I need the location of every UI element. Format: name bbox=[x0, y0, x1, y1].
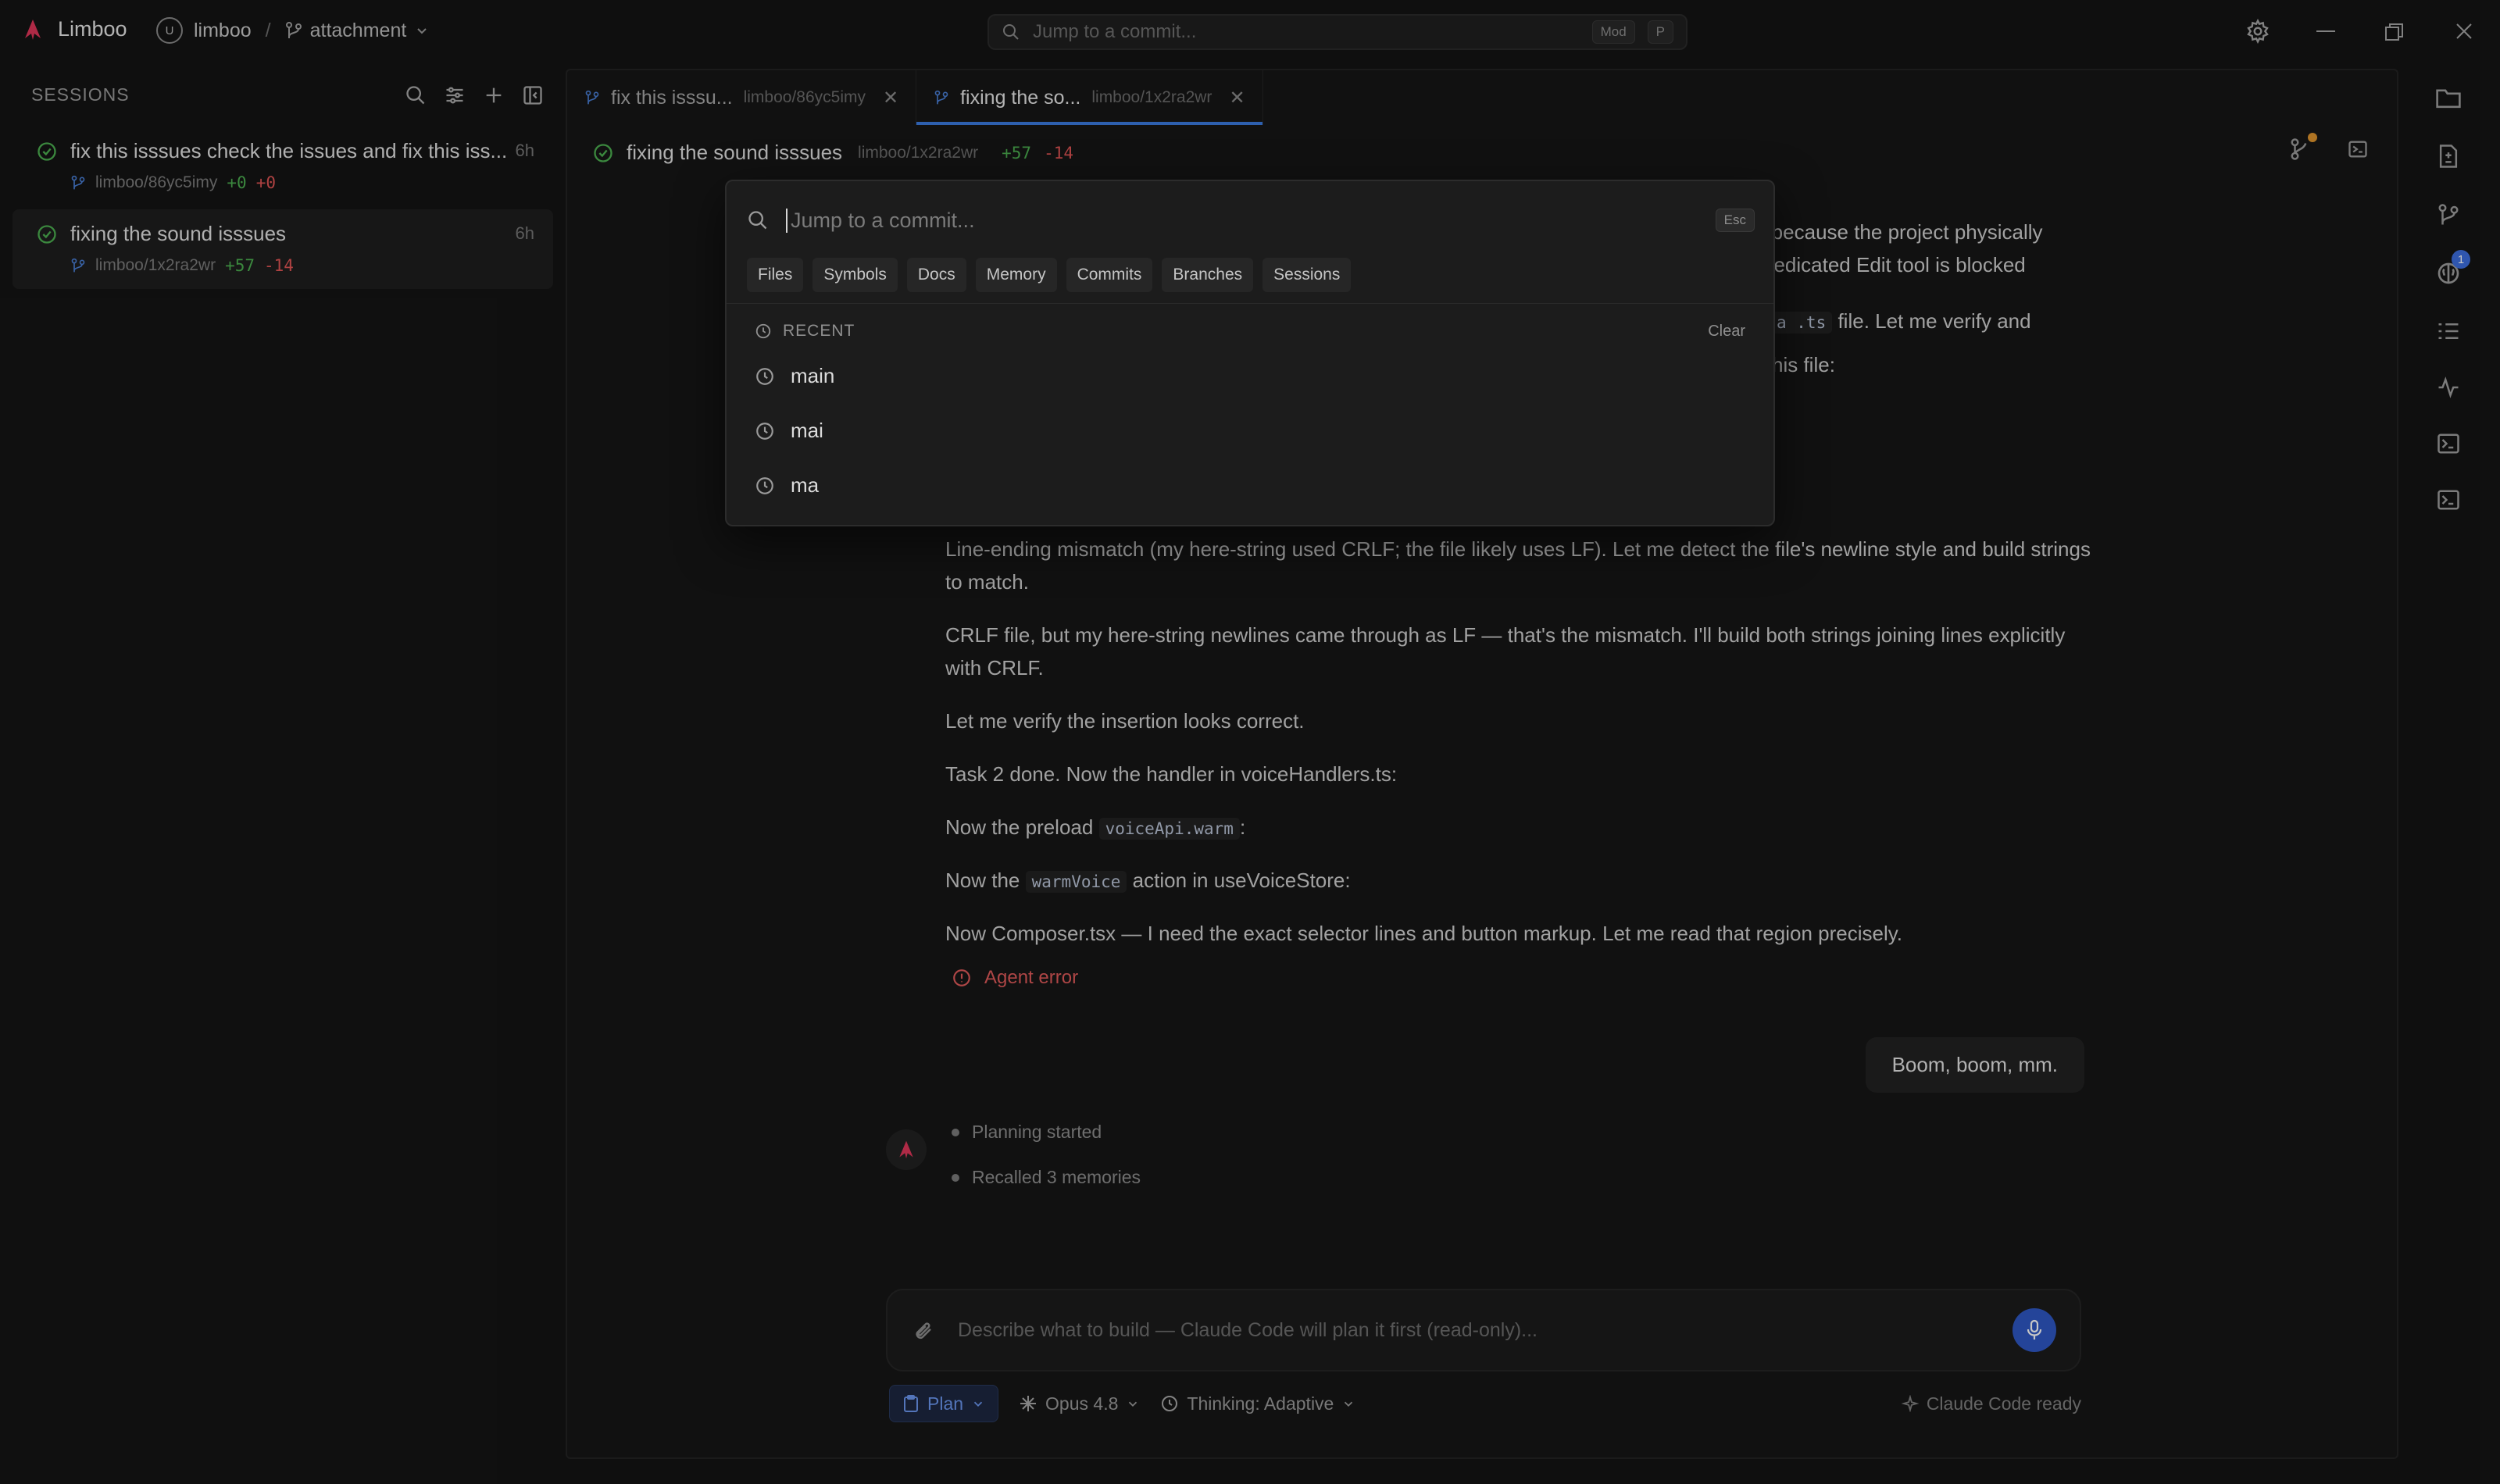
escape-key-hint[interactable]: Esc bbox=[1715, 209, 1755, 232]
filter-docs[interactable]: Docs bbox=[906, 258, 966, 292]
recent-item[interactable]: mai bbox=[755, 419, 823, 443]
clock-icon bbox=[755, 421, 775, 441]
palette-search-input[interactable] bbox=[786, 208, 1698, 233]
command-palette: Esc Files Symbols Docs Memory Commits Br… bbox=[725, 180, 1775, 526]
recent-item-label: main bbox=[791, 364, 835, 387]
recent-item[interactable]: ma bbox=[755, 473, 819, 498]
filter-memory[interactable]: Memory bbox=[975, 258, 1057, 292]
recent-item-label: ma bbox=[791, 473, 820, 497]
clock-icon bbox=[755, 366, 775, 387]
clock-icon bbox=[755, 323, 772, 340]
search-icon bbox=[747, 209, 769, 231]
clear-recent-button[interactable]: Clear bbox=[1708, 323, 1745, 341]
palette-filters: Files Symbols Docs Memory Commits Branch… bbox=[747, 258, 1352, 292]
filter-sessions[interactable]: Sessions bbox=[1262, 258, 1352, 292]
filter-symbols[interactable]: Symbols bbox=[812, 258, 898, 292]
recent-item[interactable]: main bbox=[755, 364, 834, 388]
recent-item-label: mai bbox=[791, 419, 823, 442]
filter-commits[interactable]: Commits bbox=[1066, 258, 1153, 292]
clock-icon bbox=[755, 476, 775, 496]
recent-section-header: RECENT Clear bbox=[755, 322, 1745, 341]
filter-files[interactable]: Files bbox=[747, 258, 804, 292]
recent-heading: RECENT bbox=[783, 322, 855, 340]
palette-search-row: Esc bbox=[747, 200, 1755, 241]
palette-divider bbox=[727, 303, 1773, 304]
filter-branches[interactable]: Branches bbox=[1162, 258, 1254, 292]
